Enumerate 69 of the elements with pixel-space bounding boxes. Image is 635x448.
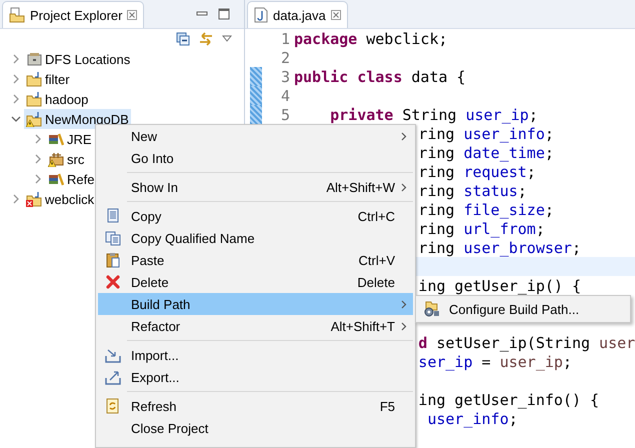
menu-item[interactable]: Delete Delete <box>98 271 413 293</box>
tree-item[interactable]: Refe <box>46 169 96 189</box>
menu-item[interactable]: Show In Alt+Shift+W <box>98 176 413 198</box>
tree-item[interactable]: filter <box>24 69 72 89</box>
code-line: package webclick; <box>294 30 448 48</box>
chevron-down-icon[interactable] <box>11 114 21 124</box>
menu-item[interactable]: Close Project <box>98 417 413 439</box>
tree-item[interactable]: JRE <box>46 129 94 149</box>
code-line: ring request; <box>418 162 536 180</box>
menu-item[interactable]: Refresh F5 <box>98 395 413 417</box>
code-line: user_info; <box>426 410 518 428</box>
maximize-icon[interactable] <box>218 8 230 20</box>
code-line: d setUser_ip(String user <box>418 334 635 352</box>
chevron-right-icon[interactable] <box>11 74 21 84</box>
line-number: 1 <box>280 30 290 48</box>
tree-item[interactable]: hadoop <box>24 89 90 109</box>
copy-icon <box>105 230 121 246</box>
code-line: ser_ip = user_ip; <box>418 352 572 370</box>
clipboard-icon <box>105 252 121 268</box>
code-line: ing getUser_info() { <box>418 390 600 408</box>
explorer-tab[interactable]: Project Explorer <box>2 1 144 28</box>
line-number: 2 <box>280 48 290 66</box>
menu-item[interactable]: Copy Qualified Name <box>98 227 413 249</box>
code-line: ring status; <box>418 182 527 200</box>
import-icon <box>105 347 121 363</box>
gear-folder-icon <box>422 301 440 317</box>
collapse-all-icon[interactable] <box>176 32 190 46</box>
view-menu-icon[interactable] <box>222 35 232 43</box>
refresh-icon <box>105 398 121 414</box>
close-icon[interactable] <box>330 10 341 20</box>
menu-item[interactable]: Import... <box>98 344 413 366</box>
line-number: 4 <box>280 86 290 104</box>
tab-title: data.java <box>273 8 326 22</box>
chevron-right-icon[interactable] <box>33 174 43 184</box>
delete-icon <box>105 274 121 290</box>
chevron-right-icon[interactable] <box>33 134 43 144</box>
line-number: 5 <box>280 106 290 124</box>
editor-tab[interactable]: data.java <box>247 1 348 28</box>
menu-item[interactable]: Go Into <box>98 147 413 169</box>
code-line: private String user_ip; <box>329 106 538 124</box>
export-icon <box>105 369 121 385</box>
tree-item[interactable]: DFS Locations <box>24 49 132 69</box>
code-line: ing getUser_ip() { <box>418 276 581 294</box>
code-line: ring file_size; <box>418 200 554 218</box>
code-line: ring url_from; <box>418 220 545 238</box>
chevron-right-icon[interactable] <box>11 54 21 64</box>
chevron-right-icon[interactable] <box>11 94 21 104</box>
line-number: 3 <box>280 68 290 86</box>
menu-item[interactable]: Configure Build Path... <box>418 298 628 320</box>
chevron-right-icon[interactable] <box>33 154 43 164</box>
chevron-right-icon[interactable] <box>11 194 21 204</box>
menu-item[interactable]: Build Path <box>98 293 413 315</box>
folder-icon <box>9 7 25 23</box>
tree-item[interactable]: src <box>46 149 86 169</box>
menu-item[interactable]: Copy Ctrl+C <box>98 205 413 227</box>
copy-icon <box>105 208 121 224</box>
code-line: ring date_time; <box>418 144 554 162</box>
menu-item[interactable]: Paste Ctrl+V <box>98 249 413 271</box>
tree-item[interactable]: webclick <box>24 189 96 209</box>
tab-title: Project Explorer <box>30 8 122 22</box>
tree-item[interactable]: NewMongoDB <box>24 109 131 129</box>
link-arrows-icon[interactable] <box>198 31 214 47</box>
close-icon[interactable] <box>127 10 138 20</box>
menu-item[interactable]: Refactor Alt+Shift+T <box>98 315 413 337</box>
menu-item[interactable]: Export... <box>98 366 413 388</box>
code-line: public class data { <box>294 68 466 86</box>
code-line: ring user_browser; <box>418 238 581 256</box>
java-file-icon <box>254 7 268 23</box>
code-line: ring user_info; <box>418 124 554 142</box>
